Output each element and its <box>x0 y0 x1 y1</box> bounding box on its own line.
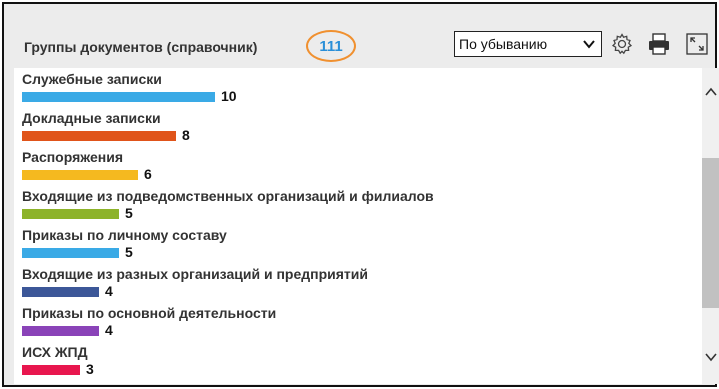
widget-header: Группы документов (справочник) 111 По уб… <box>4 4 715 68</box>
bar-label: Входящие из разных организаций и предпри… <box>22 266 368 282</box>
bar-row: Приказы по личному составу 5 <box>22 227 692 265</box>
bar-label: Служебные записки <box>22 71 162 87</box>
bar[interactable] <box>22 209 119 219</box>
bar[interactable] <box>22 326 99 336</box>
bar[interactable] <box>22 248 119 258</box>
bar-chart-area: Служебные записки 10 Докладные записки 8 Рас… <box>14 68 702 384</box>
bar-row: Входящие из разных организаций и предпри… <box>22 266 692 304</box>
expand-icon[interactable] <box>685 32 709 56</box>
gear-icon[interactable] <box>610 32 634 56</box>
bar-row: Распоряжения 6 <box>22 149 692 187</box>
sort-order-value: По убыванию <box>459 36 548 52</box>
bar-value-label: 6 <box>144 166 152 182</box>
bar[interactable] <box>22 365 80 375</box>
bar-label: Распоряжения <box>22 149 124 165</box>
bar-label: Входящие из подведомственных организаций… <box>22 188 434 204</box>
bar[interactable] <box>22 131 176 141</box>
bar-value-label: 8 <box>182 127 190 143</box>
bar-row: Докладные записки 8 <box>22 110 692 148</box>
vertical-scrollbar[interactable] <box>702 68 719 384</box>
sort-order-select[interactable]: По убыванию <box>454 31 602 57</box>
bar-row: Служебные записки 10 <box>22 71 692 109</box>
document-groups-widget: Группы документов (справочник) 111 По уб… <box>2 2 719 387</box>
total-count-badge: 111 <box>306 30 356 62</box>
bar[interactable] <box>22 170 138 180</box>
bar-label: Приказы по основной деятельности <box>22 305 277 321</box>
bar-value-label: 3 <box>86 361 94 377</box>
bar-value-label: 10 <box>221 88 237 104</box>
bar-label: ИСХ ЖПД <box>22 344 88 360</box>
bar-value-label: 4 <box>105 322 113 338</box>
widget-title: Группы документов (справочник) <box>24 39 258 55</box>
bar-row: Входящие из подведомственных организаций… <box>22 188 692 226</box>
chevron-down-icon <box>583 40 595 49</box>
bar-row: Приказы по основной деятельности 4 <box>22 305 692 343</box>
bar[interactable] <box>22 287 99 297</box>
bar-value-label: 4 <box>105 283 113 299</box>
bar-label: Приказы по личному составу <box>22 227 227 243</box>
printer-icon[interactable] <box>647 32 671 56</box>
chevron-up-icon[interactable] <box>703 84 719 100</box>
bar-value-label: 5 <box>125 244 133 260</box>
chevron-down-icon[interactable] <box>703 349 719 365</box>
bar-label: Докладные записки <box>22 110 161 126</box>
bar-row: ИСХ ЖПД 3 <box>22 344 692 382</box>
scrollbar-thumb[interactable] <box>702 158 719 308</box>
bar-value-label: 5 <box>125 205 133 221</box>
bar[interactable] <box>22 92 215 102</box>
